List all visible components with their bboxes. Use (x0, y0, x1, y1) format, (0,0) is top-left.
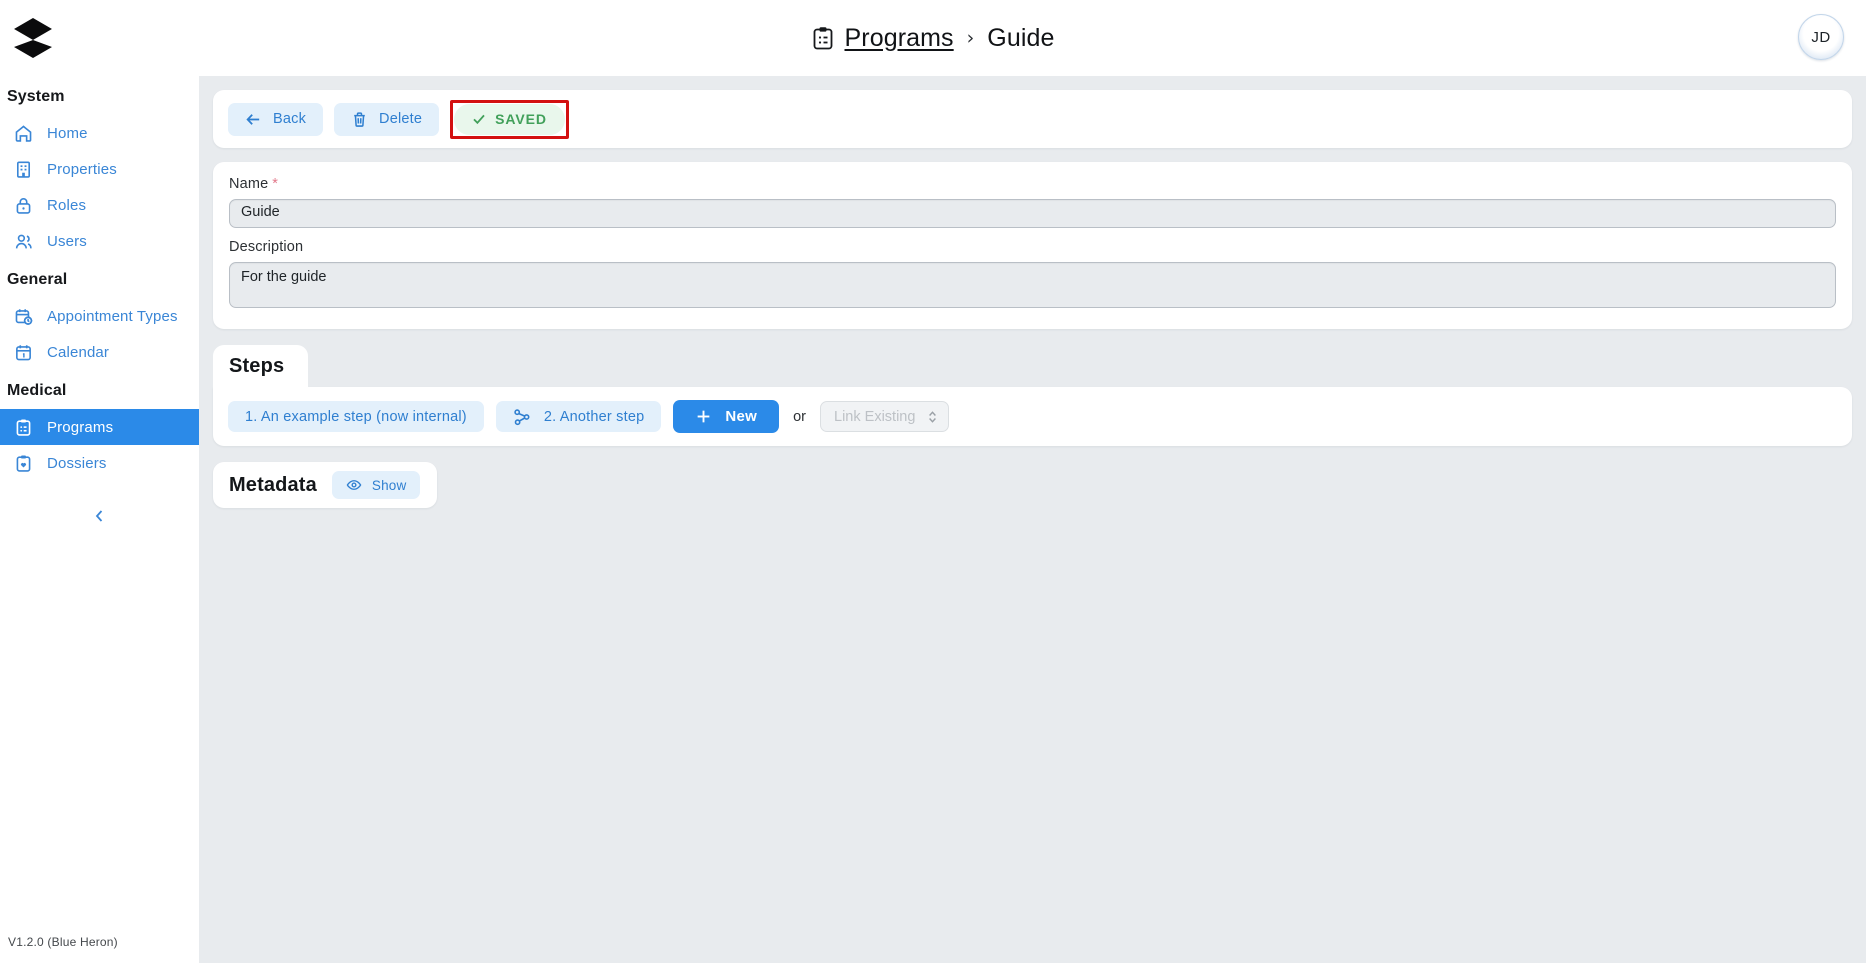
metadata-card: Metadata Show (213, 462, 438, 508)
avatar[interactable]: JD (1798, 14, 1844, 60)
delete-button-label: Delete (379, 111, 423, 127)
trash-icon (354, 111, 365, 127)
action-toolbar: Back Delete SAVED (213, 90, 1852, 148)
sidebar-item-roles[interactable]: Roles (0, 187, 199, 223)
sidebar-item-users[interactable]: Users (0, 223, 199, 259)
users-icon (15, 234, 32, 248)
name-field-block: Name * (229, 176, 1836, 228)
saved-label: SAVED (495, 111, 547, 127)
clipboard-heart-icon (16, 455, 31, 472)
sidebar-collapse-button[interactable] (85, 501, 115, 531)
name-input[interactable] (229, 199, 1836, 228)
back-button-label: Back (273, 111, 307, 127)
app-logo-icon (14, 18, 52, 58)
saved-highlight-box: SAVED (450, 99, 569, 139)
sidebar-item-label-calendar: Calendar (47, 343, 110, 361)
steps-panel: 1. An example step (now internal) 2. Ano… (213, 387, 1852, 446)
required-marker: * (272, 176, 279, 192)
steps-section: Steps 1. An example step (now internal) … (213, 345, 1852, 446)
lock-icon (16, 197, 31, 214)
sidebar-group-system: System Home Properties Roles Users (0, 78, 199, 259)
arrow-left-icon (246, 113, 260, 125)
step-chip-1[interactable]: 1. An example step (now internal) (228, 401, 484, 432)
breadcrumb-current-guide: Guide (987, 23, 1055, 52)
sidebar-item-dossiers[interactable]: Dossiers (0, 445, 199, 481)
clipboard-list-icon (813, 27, 832, 50)
top-bar: Programs › Guide JD (0, 0, 1866, 76)
sidebar-item-properties[interactable]: Properties (0, 151, 199, 187)
sidebar-group-title-general: General (7, 271, 68, 288)
sidebar-item-label-appointment-types: Appointment Types (47, 307, 178, 325)
eye-icon (346, 480, 362, 490)
link-existing-select[interactable]: Link Existing (820, 401, 950, 432)
name-label-text: Name (229, 176, 269, 192)
details-form-card: Name* Description (213, 162, 1852, 329)
sidebar-group-title-system: System (7, 88, 65, 105)
sidebar-group-general: General Appointment Types Calendar (0, 261, 199, 370)
new-step-button[interactable]: New (673, 400, 780, 433)
sidebar-group-title-medical: Medical (7, 382, 67, 399)
sidebar-item-label-roles: Roles (47, 196, 87, 214)
steps-tab-strip: Steps (213, 345, 1852, 387)
main-content: Back Delete SAVED Name * Guide Descripti… (199, 76, 1866, 963)
breadcrumb-link-programs[interactable]: Programs (845, 24, 954, 53)
metadata-show-label: Show (371, 477, 407, 493)
description-textarea[interactable] (229, 262, 1836, 308)
metadata-title: Metadata (229, 473, 317, 496)
breadcrumb: Programs › Guide (0, 24, 1866, 53)
body-container: System Home Properties Roles Users Gener… (0, 76, 1866, 963)
new-step-button-label: New (725, 408, 758, 425)
description-field-block: Description (229, 239, 1836, 313)
building-icon (16, 160, 31, 178)
or-label: or (793, 408, 807, 425)
breadcrumb-separator: › (966, 27, 975, 49)
sidebar-item-label-properties: Properties (47, 160, 117, 178)
description-field-label: Description (229, 239, 304, 255)
sidebar-item-calendar[interactable]: Calendar (0, 334, 199, 370)
calendar-clock-icon (15, 308, 33, 325)
home-icon (15, 124, 32, 142)
sidebar-item-programs[interactable]: Programs (0, 409, 199, 445)
check-icon (473, 114, 485, 125)
plus-icon (698, 410, 710, 423)
step-chip-2[interactable]: 2. Another step (495, 401, 662, 432)
step-chip-2-label: 2. Another step (543, 408, 645, 425)
step-chip-1-label: 1. An example step (now internal) (245, 408, 467, 425)
sidebar-item-label-users: Users (47, 232, 87, 250)
share-nodes-icon (514, 408, 530, 425)
delete-button[interactable]: Delete (334, 102, 440, 136)
status-badge-saved: SAVED (454, 103, 565, 135)
name-field-label: Name * (229, 176, 1836, 192)
app-version: V1.2.0 (Blue Heron) (8, 935, 118, 949)
back-button[interactable]: Back (228, 102, 324, 136)
sidebar-group-medical: Medical Programs Dossiers (0, 372, 199, 481)
clipboard-list-icon (16, 419, 31, 436)
sidebar: System Home Properties Roles Users Gener… (0, 76, 199, 963)
sidebar-item-label-programs: Programs (47, 418, 114, 436)
chevron-left-icon (95, 510, 103, 522)
sidebar-item-label-dossiers: Dossiers (47, 454, 107, 472)
tab-steps[interactable]: Steps (213, 345, 309, 387)
metadata-show-button[interactable]: Show (331, 471, 421, 499)
link-existing-wrapper: Link Existing (820, 401, 950, 432)
sidebar-item-label-home: Home (47, 124, 88, 142)
sidebar-item-home[interactable]: Home (0, 115, 199, 151)
calendar-icon (16, 344, 31, 360)
logo-container[interactable] (0, 16, 199, 60)
sidebar-item-appointment-types[interactable]: Appointment Types (0, 298, 199, 334)
